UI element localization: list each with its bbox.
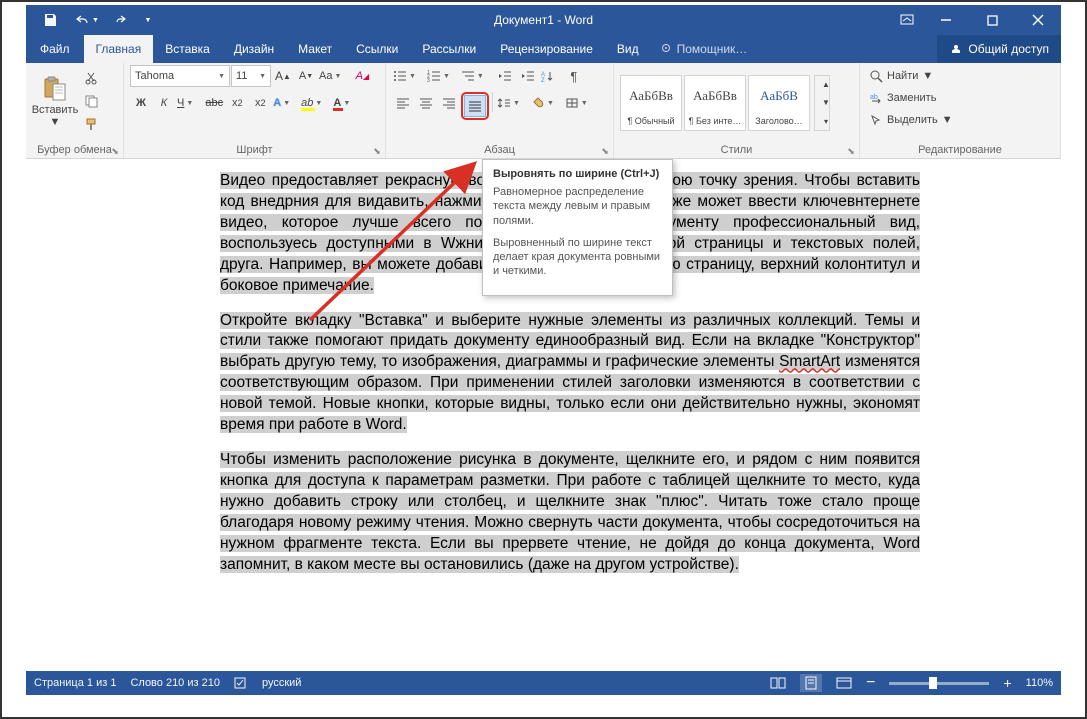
save-button[interactable] — [32, 5, 68, 35]
zoom-slider[interactable] — [889, 682, 989, 685]
share-button[interactable]: Общий доступ — [937, 35, 1061, 63]
tab-design[interactable]: Дизайн — [222, 35, 286, 63]
tooltip-title: Выровнять по ширине (Ctrl+J) — [493, 168, 662, 180]
view-print-layout[interactable] — [800, 674, 822, 692]
tab-mailings[interactable]: Рассылки — [410, 35, 488, 63]
tab-references[interactable]: Ссылки — [344, 35, 410, 63]
ribbon: Вставить ▼ Буфер обмена⬊ Tahoma▼ 11▼ A▲ … — [26, 63, 1061, 159]
editing-group-label: Редактирование — [918, 144, 1002, 156]
copy-button[interactable] — [80, 90, 102, 112]
style-heading1[interactable]: АаБбВЗаголово… — [748, 75, 810, 131]
style-normal[interactable]: АаБбВв¶ Обычный — [620, 75, 682, 131]
paragraph-group-label: Абзац — [484, 144, 515, 156]
clipboard-launcher[interactable]: ⬊ — [110, 146, 120, 156]
statusbar: Страница 1 из 1 Слово 210 из 210 русский… — [26, 671, 1061, 695]
view-read-mode[interactable] — [770, 676, 786, 690]
tab-view[interactable]: Вид — [605, 35, 651, 63]
close-button[interactable] — [1015, 5, 1061, 35]
format-painter-button[interactable] — [80, 113, 102, 135]
sort-button[interactable]: AZ — [540, 65, 562, 87]
tab-layout[interactable]: Макет — [286, 35, 344, 63]
font-color-button[interactable]: A▼ — [332, 92, 359, 114]
bullets-button[interactable]: ▼ — [392, 65, 425, 87]
shrink-font[interactable]: A▼ — [295, 65, 317, 87]
styles-more[interactable]: ▾ — [815, 113, 837, 130]
status-language[interactable]: русский — [262, 677, 301, 689]
ribbon-display-options[interactable] — [891, 5, 923, 35]
strikethrough-button[interactable]: abc — [203, 92, 225, 114]
tab-insert[interactable]: Вставка — [153, 35, 222, 63]
font-launcher[interactable]: ⬊ — [372, 146, 382, 156]
styles-launcher[interactable]: ⬊ — [846, 146, 856, 156]
zoom-value[interactable]: 110% — [1026, 677, 1053, 689]
styles-down[interactable]: ▼ — [815, 94, 837, 111]
font-group-label: Шрифт — [236, 144, 272, 156]
bold-button[interactable]: Ж — [130, 92, 152, 114]
decrease-indent[interactable] — [494, 65, 516, 87]
change-case[interactable]: Aa▼ — [318, 65, 350, 87]
select-button[interactable]: Выделить▼ — [866, 109, 957, 131]
tab-home[interactable]: Главная — [84, 35, 154, 63]
numbering-button[interactable]: 123▼ — [426, 65, 459, 87]
clear-formatting[interactable]: A◢ — [351, 65, 373, 87]
superscript-button[interactable]: x2 — [249, 92, 271, 114]
tooltip-p1: Равномерное распределение текста между л… — [493, 185, 662, 228]
zoom-out[interactable]: − — [866, 674, 875, 692]
svg-text:Z: Z — [541, 78, 545, 82]
document-area[interactable]: Видео предоставляет рекрасную возможност… — [26, 159, 1061, 671]
svg-text:3: 3 — [427, 78, 430, 82]
align-right[interactable] — [438, 92, 460, 114]
text-effects[interactable]: A▼ — [272, 92, 299, 114]
tab-file[interactable]: Файл — [26, 35, 84, 63]
italic-button[interactable]: К — [153, 92, 175, 114]
find-button[interactable]: Найти▼ — [866, 65, 937, 87]
undo-button[interactable]: ▼ — [68, 5, 104, 35]
multilevel-list[interactable]: ▼ — [460, 65, 493, 87]
titlebar: ▼ ▼ Документ1 - Word — [26, 5, 1061, 35]
font-size-combo[interactable]: 11▼ — [231, 65, 271, 87]
tab-review[interactable]: Рецензирование — [488, 35, 605, 63]
align-left[interactable] — [392, 92, 414, 114]
status-spellcheck-icon[interactable] — [234, 676, 248, 690]
minimize-button[interactable] — [923, 5, 969, 35]
status-words[interactable]: Слово 210 из 210 — [130, 677, 220, 689]
line-spacing[interactable]: ▼ — [496, 92, 529, 114]
font-name-combo[interactable]: Tahoma▼ — [130, 65, 230, 87]
paragraph-launcher[interactable]: ⬊ — [600, 146, 610, 156]
ribbon-tabs: Файл Главная Вставка Дизайн Макет Ссылки… — [26, 35, 1061, 63]
qat-customize[interactable]: ▼ — [140, 5, 156, 35]
clipboard-group-label: Буфер обмена — [37, 144, 112, 156]
align-justify[interactable] — [464, 95, 486, 117]
zoom-in[interactable]: + — [1003, 675, 1011, 691]
increase-indent[interactable] — [517, 65, 539, 87]
paste-button[interactable]: Вставить ▼ — [32, 65, 78, 139]
tooltip-p2: Выровненный по ширине текст делает края … — [493, 236, 662, 279]
show-hide-paragraph[interactable]: ¶ — [563, 65, 585, 87]
maximize-button[interactable] — [969, 5, 1015, 35]
cut-button[interactable] — [80, 67, 102, 89]
justify-tooltip: Выровнять по ширине (Ctrl+J) Равномерное… — [482, 159, 673, 296]
align-center[interactable] — [415, 92, 437, 114]
view-web-layout[interactable] — [836, 676, 852, 690]
highlight-button[interactable]: ab▼ — [300, 92, 331, 114]
grow-font[interactable]: A▲ — [272, 65, 294, 87]
svg-text:ab: ab — [870, 94, 878, 101]
styles-up[interactable]: ▲ — [815, 76, 837, 93]
subscript-button[interactable]: x2 — [226, 92, 248, 114]
underline-button[interactable]: Ч▼ — [176, 92, 202, 114]
borders-button[interactable]: ▼ — [564, 92, 597, 114]
shading-button[interactable]: ▼ — [530, 92, 563, 114]
style-nospacing[interactable]: АаБбВв¶ Без инте… — [684, 75, 746, 131]
redo-button[interactable] — [104, 5, 140, 35]
styles-group-label: Стили — [721, 144, 753, 156]
status-page[interactable]: Страница 1 из 1 — [34, 677, 116, 689]
tell-me[interactable]: Помощник… — [651, 35, 758, 63]
replace-button[interactable]: abЗаменить — [866, 87, 940, 109]
